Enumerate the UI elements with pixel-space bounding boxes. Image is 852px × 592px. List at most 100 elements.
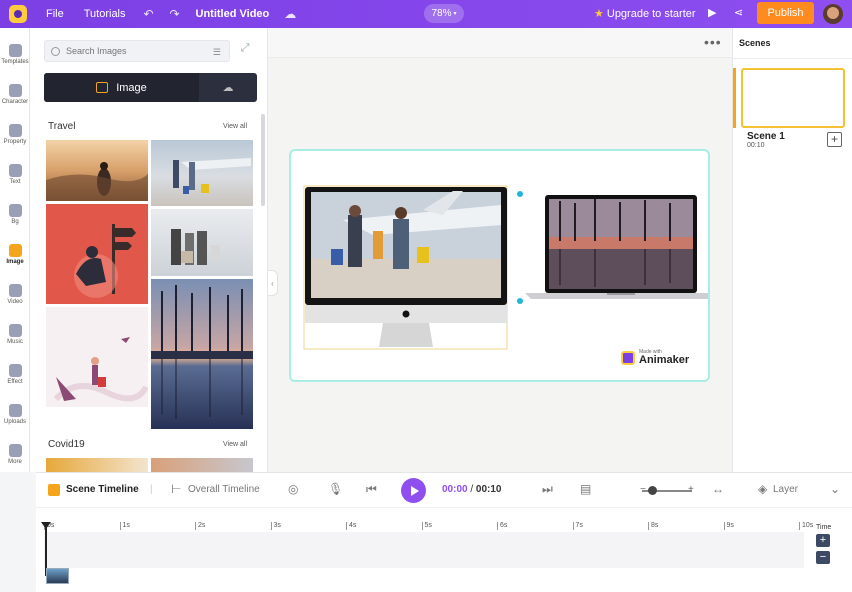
timeline-zoom-in-button[interactable]: + xyxy=(816,534,830,547)
zoom-dropdown[interactable]: 78% ▾ xyxy=(424,4,464,23)
play-button[interactable] xyxy=(401,478,426,503)
video-icon xyxy=(8,284,22,297)
microphone-icon[interactable]: 🎙 xyxy=(328,482,343,496)
scene-name[interactable]: Scene 1 xyxy=(747,131,785,142)
layer-toggle[interactable]: Layer xyxy=(773,484,798,495)
rail-item-text[interactable]: Text xyxy=(0,164,30,185)
animaker-logo[interactable] xyxy=(0,0,36,28)
scene-duration: 00:10 xyxy=(747,142,765,149)
rail-item-uploads[interactable]: Uploads xyxy=(0,404,30,425)
image-thumb[interactable] xyxy=(151,209,253,276)
more-options-icon[interactable]: ••• xyxy=(704,35,722,49)
clip-thumbnail[interactable] xyxy=(46,568,69,584)
background-icon xyxy=(8,204,22,217)
ruler-tick: 1s xyxy=(119,522,130,530)
music-icon xyxy=(8,324,22,337)
undo-icon[interactable]: ↶ xyxy=(136,7,162,21)
rail-item-label: Image xyxy=(6,259,24,265)
image-thumb[interactable] xyxy=(151,140,253,206)
more-icon xyxy=(8,444,22,457)
chevron-down-icon[interactable]: ⌄ xyxy=(830,482,840,496)
scene-active-indicator xyxy=(733,68,736,128)
scene-thumbnail[interactable] xyxy=(741,68,845,128)
ruler-tick: 6s xyxy=(497,522,507,530)
fit-width-icon[interactable]: ↔ xyxy=(712,482,724,496)
travel-thumb-3 xyxy=(74,224,136,298)
publish-button[interactable]: Publish xyxy=(757,2,814,24)
total-time: 00:10 xyxy=(475,484,502,495)
avatar[interactable] xyxy=(823,4,843,24)
upgrade-link[interactable]: ★ Upgrade to starter xyxy=(594,7,696,20)
ruler-tick: 5s xyxy=(421,522,432,530)
rail-item-bg[interactable]: Bg xyxy=(0,204,30,225)
rail-item-label: Uploads xyxy=(3,419,26,425)
upgrade-label: Upgrade to starter xyxy=(606,8,696,20)
time-ruler: 0s1s2s3s4s5s6s7s8s9s10s xyxy=(44,520,813,532)
tab-cloud-upload[interactable]: ☁ xyxy=(199,73,257,102)
laptop-with-lake-photo[interactable] xyxy=(519,193,710,313)
skip-forward-icon[interactable]: ⏭ xyxy=(542,482,553,497)
redo-icon[interactable]: ↷ xyxy=(162,7,188,21)
tab-image[interactable]: Image xyxy=(44,73,199,102)
imac-with-airport-photo[interactable] xyxy=(303,185,509,351)
preview-icon[interactable]: ▶ xyxy=(708,6,716,19)
share-icon[interactable]: ⋖ xyxy=(734,6,743,19)
rail-item-label: Text xyxy=(9,179,21,185)
travel-thumb-2 xyxy=(173,158,251,194)
watermark-brand: Animaker xyxy=(639,354,690,366)
project-title[interactable]: Untitled Video xyxy=(188,8,278,20)
selection-handle[interactable] xyxy=(517,191,523,197)
overall-timeline-tab[interactable]: Overall Timeline xyxy=(188,484,260,495)
search-icon xyxy=(51,46,60,56)
view-all-covid19[interactable]: View all xyxy=(223,441,247,448)
view-all-travel[interactable]: View all xyxy=(223,123,247,130)
image-thumb[interactable] xyxy=(46,140,148,201)
time-display: 00:00 / 00:10 xyxy=(442,484,502,495)
timeline-zoom-out-button[interactable]: − xyxy=(816,551,830,564)
rail-item-property[interactable]: Property xyxy=(0,124,30,145)
timeline-track[interactable] xyxy=(44,532,804,568)
selection-handle[interactable] xyxy=(517,298,523,304)
image-thumb[interactable] xyxy=(46,307,148,407)
rail-item-image[interactable]: Image xyxy=(0,244,30,265)
rail-item-label: Video xyxy=(7,299,23,305)
rail-item-label: Property xyxy=(3,139,27,145)
video-stage[interactable]: Made with Animaker xyxy=(289,149,710,382)
rail-item-character[interactable]: Character xyxy=(0,84,30,105)
zoom-value: 78% xyxy=(431,8,452,19)
top-bar: File Tutorials ↶ ↷ Untitled Video ☁ 78% ▾… xyxy=(0,0,852,28)
scenes-title: Scenes xyxy=(739,38,771,48)
rail-item-video[interactable]: Video xyxy=(0,284,30,305)
chevron-down-icon: ▾ xyxy=(453,11,457,17)
search-box[interactable]: ☰ xyxy=(44,40,230,62)
zoom-in-icon[interactable]: + xyxy=(688,484,694,495)
ruler-tick: 8s xyxy=(648,522,658,530)
slider-knob[interactable] xyxy=(648,486,657,495)
skip-back-icon[interactable]: ⏮ xyxy=(366,482,377,497)
filter-icon[interactable]: ☰ xyxy=(213,47,221,58)
camera-focus-icon[interactable]: ◎ xyxy=(288,482,298,496)
travel-thumb-4 xyxy=(171,229,220,265)
expand-icon[interactable]: ⤢ xyxy=(236,42,254,60)
rail-item-music[interactable]: Music xyxy=(0,324,30,345)
image-thumb[interactable] xyxy=(151,279,253,429)
search-input[interactable] xyxy=(66,46,196,56)
image-thumb[interactable] xyxy=(46,458,148,472)
divider: | xyxy=(150,484,153,495)
rail-item-label: Character xyxy=(1,99,29,105)
panel-scrollbar[interactable] xyxy=(261,114,265,206)
rail-item-more[interactable]: More xyxy=(0,444,30,465)
image-thumb[interactable] xyxy=(151,458,253,472)
rail-item-templates[interactable]: Templates xyxy=(0,44,30,65)
collapse-panel-button[interactable]: ‹ xyxy=(268,270,278,296)
add-scene-button[interactable]: + xyxy=(827,132,842,147)
animaker-logo-icon xyxy=(621,350,635,365)
scene-timeline-tab[interactable]: Scene Timeline xyxy=(66,484,139,495)
section-title-travel: Travel xyxy=(48,121,76,132)
image-thumb[interactable] xyxy=(46,204,148,304)
file-menu[interactable]: File xyxy=(36,8,74,20)
rail-item-effect[interactable]: Effect xyxy=(0,364,30,385)
ruler-tick: 4s xyxy=(346,522,356,530)
tutorials-menu[interactable]: Tutorials xyxy=(74,8,136,20)
subtitles-icon[interactable]: ▤ xyxy=(580,482,591,496)
